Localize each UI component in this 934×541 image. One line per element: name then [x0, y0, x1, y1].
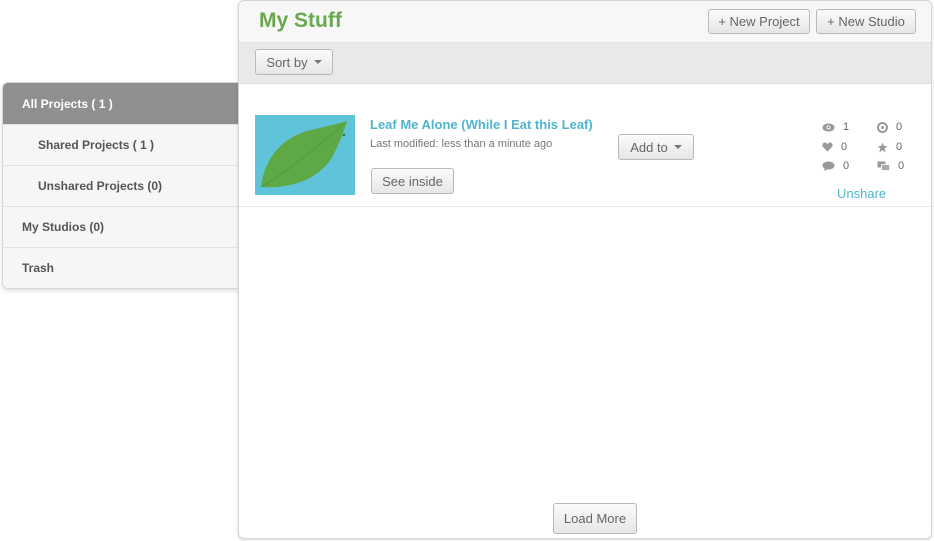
leaf-icon [255, 115, 355, 195]
comment-icon [822, 161, 835, 171]
project-modified-text: Last modified: less than a minute ago [370, 138, 553, 150]
sidebar: All Projects ( 1 ) Shared Projects ( 1 )… [2, 82, 240, 289]
favorites-count: 0 [896, 141, 903, 153]
heart-icon [822, 142, 833, 152]
project-row: Leaf Me Alone (While I Eat this Leaf) La… [239, 85, 931, 207]
load-more-button[interactable]: Load More [553, 503, 637, 534]
sidebar-item-trash[interactable]: Trash [3, 247, 240, 288]
remixes-stat: 0 [877, 121, 902, 133]
views-stat: 1 [822, 121, 849, 133]
comments-stat: 0 [822, 160, 849, 172]
see-inside-button[interactable]: See inside [371, 168, 454, 194]
page-title: My Stuff [259, 9, 342, 32]
project-title-link[interactable]: Leaf Me Alone (While I Eat this Leaf) [370, 117, 593, 132]
studios-stat: 0 [877, 160, 904, 172]
sort-by-dropdown[interactable]: Sort by [255, 49, 333, 75]
main-panel: My Stuff + New Project + New Studio Sort… [238, 0, 932, 539]
add-to-dropdown[interactable]: Add to [618, 134, 694, 160]
header: My Stuff + New Project + New Studio [239, 1, 931, 43]
star-icon [877, 142, 888, 152]
comments-count: 0 [843, 160, 850, 172]
sort-by-label: Sort by [266, 54, 308, 70]
unshare-link[interactable]: Unshare [837, 186, 886, 201]
remixes-count: 0 [896, 121, 903, 133]
chevron-down-icon [673, 145, 682, 149]
chevron-down-icon [313, 60, 322, 64]
sidebar-item-shared-projects[interactable]: Shared Projects ( 1 ) [3, 124, 240, 165]
views-count: 1 [843, 121, 850, 133]
add-to-label: Add to [630, 139, 668, 155]
studios-count: 0 [898, 160, 905, 172]
new-studio-button[interactable]: + New Studio [816, 9, 916, 34]
loves-count: 0 [841, 141, 848, 153]
new-project-button[interactable]: + New Project [708, 9, 810, 34]
toolbar: Sort by [239, 43, 931, 84]
favorites-stat: 0 [877, 141, 902, 153]
studio-icon [877, 161, 890, 171]
loves-stat: 0 [822, 141, 847, 153]
eye-icon [822, 123, 835, 131]
project-thumbnail[interactable] [255, 115, 355, 195]
sidebar-item-my-studios[interactable]: My Studios (0) [3, 206, 240, 247]
sidebar-item-all-projects[interactable]: All Projects ( 1 ) [3, 83, 240, 124]
sidebar-item-unshared-projects[interactable]: Unshared Projects (0) [3, 165, 240, 206]
remix-icon [877, 121, 888, 133]
